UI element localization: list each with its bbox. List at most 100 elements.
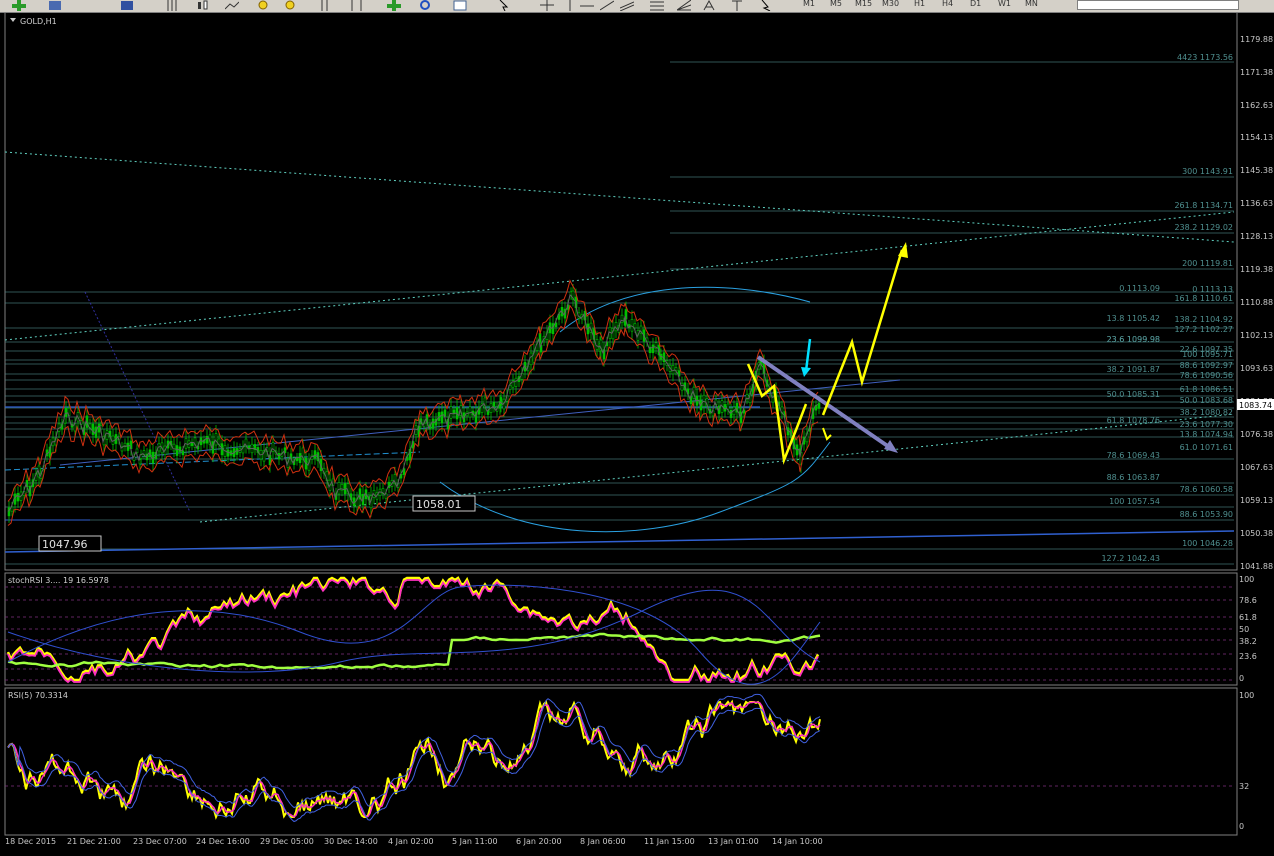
main-chart-drawing [4, 61, 1235, 565]
profiles-icon[interactable] [48, 0, 62, 11]
time-axis-label: 29 Dec 05:00 [260, 837, 314, 846]
fib-right-label: 238.2 1129.02 [1174, 223, 1233, 232]
timeframe-h1[interactable]: H1 [914, 0, 925, 8]
price-axis-label: 1067.63 [1240, 463, 1273, 472]
horizontal-line-icon[interactable] [580, 0, 594, 11]
fib-right-labels: 4423 1173.56 300 1143.91 261.8 1134.71 2… [1101, 53, 1233, 563]
vertical-line-icon[interactable] [563, 0, 577, 11]
candle-body [651, 344, 655, 354]
price-axis-label: 1093.63 [1240, 364, 1273, 373]
fib-mid-label: 23.6 1099.98 [1107, 335, 1160, 344]
candle-body [126, 442, 130, 451]
time-axis: 18 Dec 2015 21 Dec 21:00 23 Dec 07:00 24… [5, 837, 823, 846]
candle-body [337, 482, 341, 495]
timeframe-m30[interactable]: M30 [882, 0, 899, 8]
chart-window[interactable]: 4423 1173.56 300 1143.91 261.8 1134.71 2… [0, 11, 1274, 853]
arrow-tool-icon[interactable] [760, 0, 774, 12]
candle-body [702, 394, 706, 407]
candle-body [671, 365, 675, 375]
channel-icon[interactable] [619, 0, 635, 12]
search-input[interactable] [1077, 0, 1239, 10]
price-axis: 1179.88 1171.38 1162.63 1154.13 1145.38 … [1237, 35, 1274, 571]
fib-right-label: 78.6 1090.56 [1180, 371, 1233, 380]
trendline-icon[interactable] [599, 0, 615, 11]
new-chart-icon[interactable] [12, 0, 26, 11]
fib-right-label: 38.2 1080.82 [1180, 408, 1233, 417]
text-icon[interactable] [730, 0, 744, 11]
candle-body [64, 408, 68, 417]
fib-mid-label: 61.8 1078.76 [1107, 416, 1160, 425]
main-chart-title: GOLD,H1 [20, 17, 57, 26]
candle-body [91, 423, 95, 435]
candle-body [16, 492, 20, 502]
timeframe-w1[interactable]: W1 [998, 0, 1011, 8]
fib-right-label: 4423 1173.56 [1177, 53, 1233, 62]
candle-body [514, 377, 518, 387]
price-tags: 1058.01 1047.96 [38, 495, 476, 552]
current-price-label: 1083.74 [1239, 401, 1272, 410]
stoch-level-label: 78.6 [1239, 596, 1257, 605]
fib-right-label: 0 1113.13 [1192, 285, 1233, 294]
trend-line [4, 451, 421, 471]
fibo-fan-icon[interactable] [676, 0, 692, 11]
line-chart-icon[interactable] [224, 0, 240, 11]
timeframe-m1[interactable]: M1 [803, 0, 815, 8]
rsi-axis: 100 32 0 [1239, 691, 1254, 831]
price-axis-label: 1128.13 [1240, 232, 1273, 241]
time-axis-label: 13 Jan 01:00 [708, 837, 759, 846]
price-axis-label: 1059.13 [1240, 496, 1273, 505]
chart-canvas[interactable]: 4423 1173.56 300 1143.91 261.8 1134.71 2… [0, 11, 1274, 853]
time-axis-label: 24 Dec 16:00 [196, 837, 250, 846]
stoch-level-label: 50 [1239, 625, 1249, 634]
fib-right-label: 127.2 1042.43 [1101, 554, 1160, 563]
timeframe-d1[interactable]: D1 [970, 0, 981, 8]
fib-right-label: 200 1119.81 [1182, 259, 1233, 268]
zoom-in-icon[interactable] [257, 0, 271, 11]
fib-right-label: 13.8 1074.94 [1180, 430, 1233, 439]
indicators-icon[interactable] [387, 0, 401, 11]
time-axis-label: 18 Dec 2015 [5, 837, 56, 846]
price-axis-label: 1119.38 [1240, 265, 1273, 274]
candle-body [468, 406, 472, 418]
candle-body [630, 319, 634, 332]
candle-body [620, 314, 624, 323]
stoch-level-label: 23.6 [1239, 652, 1257, 661]
periods-icon[interactable] [418, 0, 432, 11]
timeframe-m15[interactable]: M15 [855, 0, 872, 8]
fib-right-label: 61.0 1071.61 [1180, 443, 1233, 452]
save-icon[interactable] [120, 0, 134, 11]
fib-mid-labels: 0.1113.09 13.8 1105.42 23.6 1099.98 38.2… [1107, 284, 1160, 506]
timeframe-m5[interactable]: M5 [830, 0, 842, 8]
fibonacci-icon[interactable] [650, 0, 664, 11]
crosshair-icon[interactable] [540, 0, 554, 11]
stoch-panel-frame [4, 572, 1238, 686]
bar-chart-icon[interactable] [165, 0, 179, 11]
toolbar-scroll-arrows[interactable] [1244, 0, 1274, 12]
fib-mid-label: 78.6 1069.43 [1107, 451, 1160, 460]
candlestick-icon[interactable] [195, 0, 209, 11]
timeframe-mn[interactable]: MN [1025, 0, 1038, 8]
candle-body [105, 430, 109, 440]
zoom-out-icon[interactable] [284, 0, 298, 11]
bollinger-upper [559, 286, 811, 333]
chart-shift-icon[interactable] [350, 0, 364, 11]
cursor-icon[interactable] [497, 0, 511, 12]
time-axis-label: 5 Jan 11:00 [452, 837, 498, 846]
candle-body [449, 406, 453, 419]
tile-windows-icon[interactable] [320, 0, 334, 11]
candle-body [431, 418, 435, 429]
text-label-icon[interactable] [702, 0, 716, 11]
stoch-level-label: 61.8 [1239, 613, 1257, 622]
candle-body [235, 448, 239, 455]
fib-right-label: 100 1095.71 [1182, 350, 1233, 359]
candle-body [817, 403, 821, 409]
time-axis-label: 14 Jan 10:00 [772, 837, 823, 846]
candle-body [97, 423, 101, 433]
fib-mid-label: 38.2 1091.87 [1107, 365, 1160, 374]
fib-mid-label: 88.6 1063.87 [1107, 473, 1160, 482]
chart-menu-triangle-icon[interactable] [10, 18, 16, 22]
time-axis-label: 23 Dec 07:00 [133, 837, 187, 846]
timeframe-h4[interactable]: H4 [942, 0, 953, 8]
templates-icon[interactable] [453, 0, 467, 11]
rsi-level-label: 0 [1239, 822, 1244, 831]
